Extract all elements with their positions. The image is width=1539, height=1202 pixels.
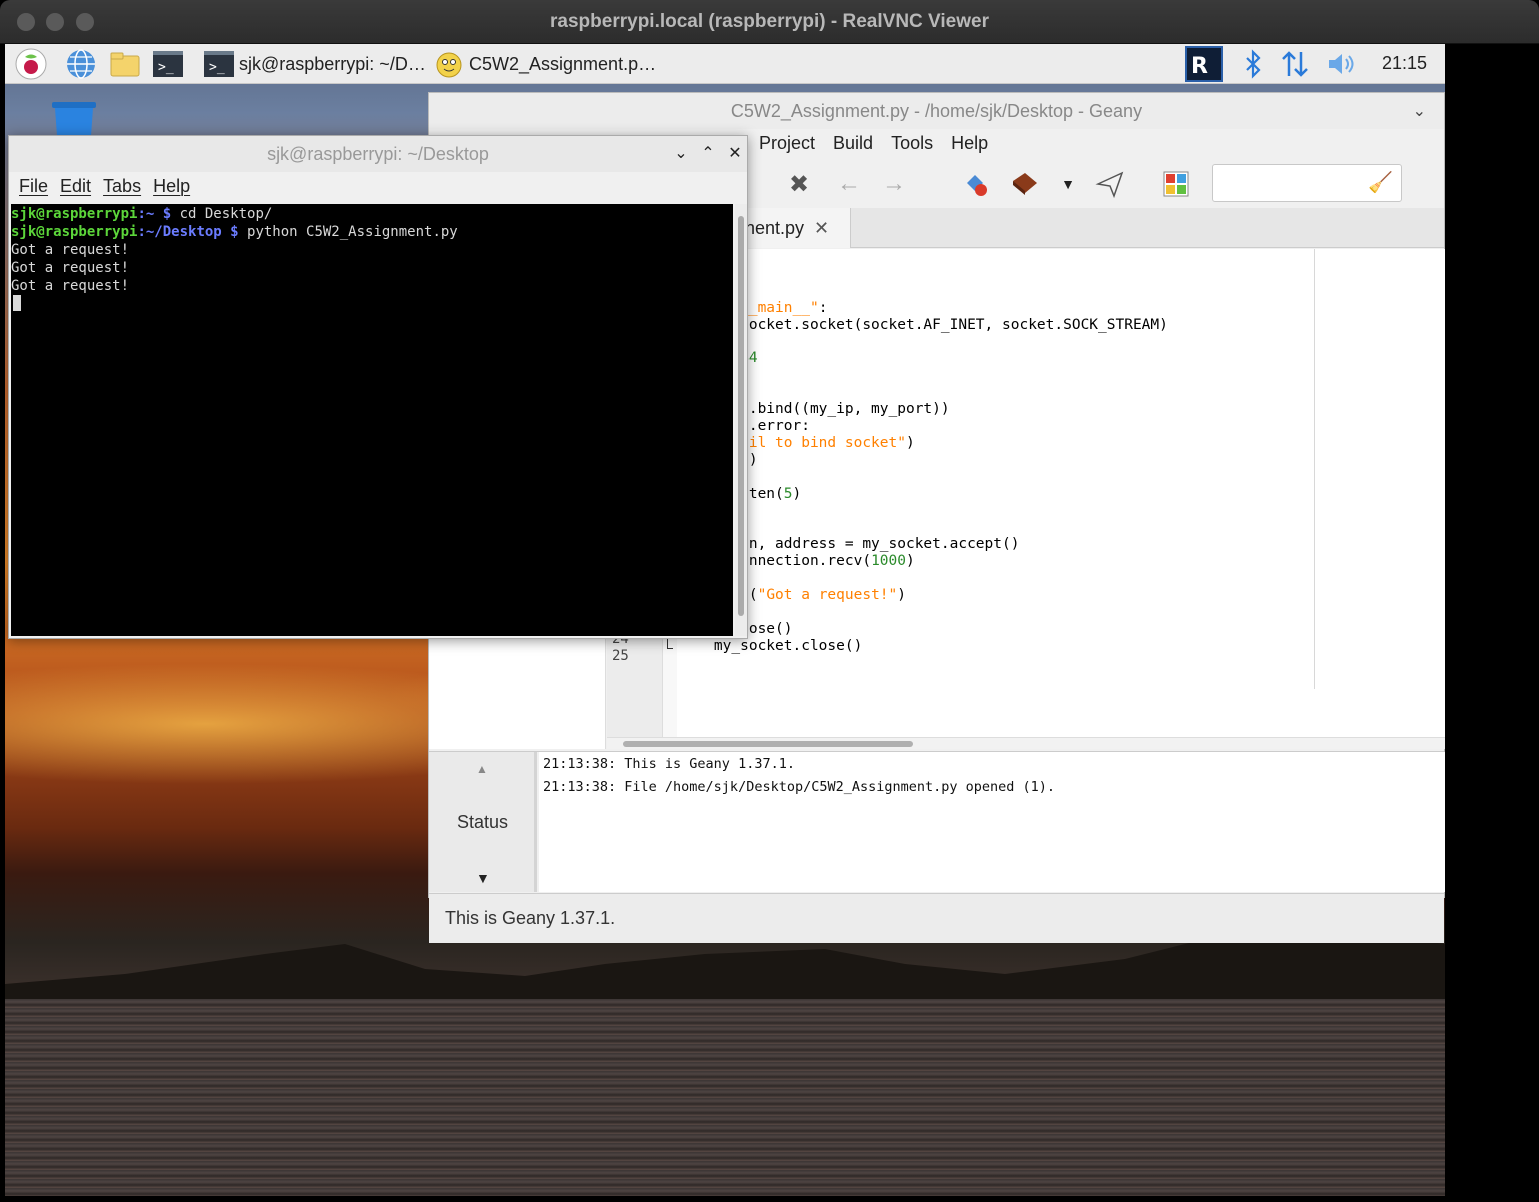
raspberry-menu-icon[interactable] <box>15 48 47 80</box>
close-file-icon[interactable]: ✖ <box>784 169 814 199</box>
terminal-line: Got a request! <box>11 278 130 294</box>
tab-label: nent.py <box>745 217 805 238</box>
terminal-window: sjk@raspberrypi: ~/Desktop ⌄ ⌃ ✕ File Ed… <box>8 135 748 639</box>
color-chooser-icon[interactable] <box>1161 169 1191 199</box>
vnc-titlebar[interactable]: raspberrypi.local (raspberrypi) - RealVN… <box>0 0 1539 44</box>
code-line: cket = socket.socket(socket.AF_INET, soc… <box>679 316 1168 333</box>
terminal-scrollbar[interactable] <box>735 204 747 636</box>
code-line: my_socket.close() <box>679 637 863 654</box>
execute-icon[interactable] <box>1095 169 1125 199</box>
compile-icon[interactable] <box>961 169 991 199</box>
geany-titlebar[interactable]: C5W2_Assignment.py - /home/sjk/Desktop -… <box>429 93 1444 129</box>
dropdown-arrow-icon[interactable]: ▼ <box>1053 169 1083 199</box>
tab-c5w2-assignment[interactable]: nent.py ✕ <box>739 208 851 248</box>
menu-project[interactable]: Project <box>759 133 815 154</box>
terminal-line: sjk@raspberrypi:~ $ cd Desktop/ <box>11 206 272 222</box>
prompt-path: :~/Desktop $ <box>137 224 239 240</box>
terminal-window-title: sjk@raspberrypi: ~/Desktop <box>267 144 489 164</box>
menu-help[interactable]: Help <box>951 133 988 154</box>
network-icon[interactable] <box>1279 48 1311 80</box>
menu-tabs[interactable]: Tabs <box>103 176 141 197</box>
taskbar-terminal-label: sjk@raspberrypi: ~/D… <box>239 53 426 74</box>
clear-broom-icon[interactable]: 🧹 <box>1368 170 1393 195</box>
vnc-window-title: raspberrypi.local (raspberrypi) - RealVN… <box>550 11 989 32</box>
scrollbar-thumb[interactable] <box>738 216 744 616</box>
terminal-line: sjk@raspberrypi:~/Desktop $ python C5W2_… <box>11 224 458 240</box>
message-tabs: ▲ Status ▼ <box>429 752 537 892</box>
geany-menubar: Project Build Tools Help <box>759 133 988 154</box>
menu-build[interactable]: Build <box>833 133 873 154</box>
scrollbar-thumb[interactable] <box>623 741 913 747</box>
maximize-icon[interactable]: ⌃ <box>698 143 718 163</box>
terminal-icon[interactable]: >_ <box>152 48 184 80</box>
statusbar-text: This is Geany 1.37.1. <box>445 908 616 928</box>
bluetooth-icon[interactable] <box>1237 48 1269 80</box>
trash-icon[interactable] <box>49 100 99 136</box>
web-browser-icon[interactable] <box>65 48 97 80</box>
volume-icon[interactable] <box>1325 48 1357 80</box>
remote-desktop: >_ >_ sjk@raspberrypi: ~/D… C5W2_Assignm… <box>5 44 1445 1196</box>
status-log[interactable]: 21:13:38: This is Geany 1.37.1. 21:13:38… <box>539 752 1445 892</box>
terminal-menubar: File Edit Tabs Help <box>19 176 190 197</box>
menu-tools[interactable]: Tools <box>891 133 933 154</box>
horizontal-scrollbar[interactable] <box>607 737 1445 749</box>
search-input[interactable]: 🧹 <box>1212 164 1402 202</box>
close-icon[interactable]: ✕ <box>814 218 829 239</box>
tab-status[interactable]: Status <box>457 812 508 833</box>
menu-help[interactable]: Help <box>153 176 190 197</box>
geany-icon <box>436 52 462 78</box>
terminal-icon: >_ <box>204 51 234 77</box>
terminal-line: Got a request! <box>11 242 130 258</box>
build-icon[interactable] <box>1009 169 1039 199</box>
taskbar: >_ >_ sjk@raspberrypi: ~/D… C5W2_Assignm… <box>5 44 1445 84</box>
command-text: cd Desktop/ <box>171 206 273 222</box>
code-text[interactable]: ckets__ == "__main__":cket = socket.sock… <box>679 249 1439 737</box>
taskbar-terminal-task[interactable]: >_ sjk@raspberrypi: ~/D… <box>203 46 426 82</box>
forward-arrow-icon[interactable]: → <box>879 169 909 199</box>
wallpaper-sea <box>5 999 1445 1196</box>
close-icon[interactable]: ✕ <box>725 143 745 163</box>
vnc-icon[interactable]: R <box>1185 46 1223 82</box>
prompt-path: :~ $ <box>137 206 172 222</box>
scroll-up-icon[interactable]: ▲ <box>476 762 488 776</box>
log-line: 21:13:38: File /home/sjk/Desktop/C5W2_As… <box>543 779 1056 795</box>
message-panel: ▲ Status ▼ 21:13:38: This is Geany 1.37.… <box>429 751 1445 892</box>
taskbar-geany-task[interactable]: C5W2_Assignment.p… <box>433 46 656 82</box>
long-line-marker <box>1314 249 1315 689</box>
svg-text:R: R <box>1191 54 1208 79</box>
taskbar-geany-label: C5W2_Assignment.p… <box>469 53 657 74</box>
prompt-user: sjk@raspberrypi <box>11 224 138 240</box>
chevron-down-icon[interactable]: ⌄ <box>1413 101 1426 121</box>
minimize-icon[interactable]: ⌄ <box>671 143 691 163</box>
vnc-viewer-window: raspberrypi.local (raspberrypi) - RealVN… <box>0 0 1539 1202</box>
terminal-line: Got a request! <box>11 260 130 276</box>
geany-window-title: C5W2_Assignment.py - /home/sjk/Desktop -… <box>730 101 1143 121</box>
command-text: python C5W2_Assignment.py <box>238 224 458 240</box>
svg-text:>_: >_ <box>209 60 225 75</box>
scroll-down-icon[interactable]: ▼ <box>476 870 490 886</box>
file-manager-icon[interactable] <box>109 48 141 80</box>
terminal-cursor <box>13 295 21 311</box>
terminal-titlebar[interactable]: sjk@raspberrypi: ~/Desktop ⌄ ⌃ ✕ <box>9 136 747 172</box>
menu-file[interactable]: File <box>19 176 48 197</box>
terminal-output[interactable]: sjk@raspberrypi:~ $ cd Desktop/sjk@raspb… <box>11 204 733 636</box>
log-line: 21:13:38: This is Geany 1.37.1. <box>543 756 795 772</box>
menu-edit[interactable]: Edit <box>60 176 91 197</box>
clock[interactable]: 21:15 <box>1382 53 1427 74</box>
geany-statusbar: This is Geany 1.37.1. <box>429 893 1444 943</box>
back-arrow-icon[interactable]: ← <box>834 169 864 199</box>
line-number: 25 <box>612 648 629 664</box>
svg-text:>_: >_ <box>158 60 174 75</box>
prompt-user: sjk@raspberrypi <box>11 206 138 222</box>
